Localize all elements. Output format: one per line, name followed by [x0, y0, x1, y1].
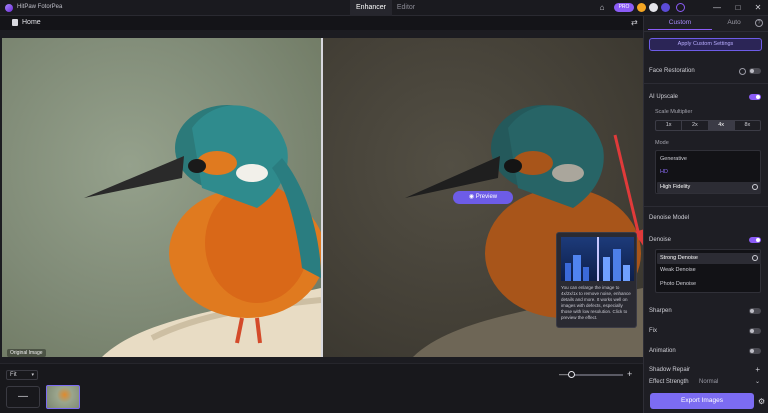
effect-strength-row: Effect Strength Normal ⌄	[649, 376, 766, 388]
pro-badge[interactable]: PRO	[614, 3, 634, 12]
selected-check-icon	[752, 184, 758, 190]
denoise-strong-label: Strong Denoise	[660, 255, 698, 261]
tooltip-text: You can enlarge the image to 4x/2x/1x to…	[561, 285, 631, 320]
animation-toggle[interactable]	[749, 348, 761, 354]
mode-option-generative[interactable]: Generative	[660, 156, 687, 162]
coin-icon[interactable]	[637, 3, 646, 12]
help-icon[interactable]: ?	[755, 19, 763, 27]
preview-label: Preview	[475, 194, 498, 200]
scale-option-1x[interactable]: 1x	[656, 121, 683, 130]
add-icon[interactable]: +	[755, 364, 760, 376]
divider	[644, 83, 768, 84]
chevron-down-icon: ▾	[31, 372, 34, 378]
ai-upscale-row: AI Upscale	[649, 91, 766, 103]
zoom-fit-dropdown[interactable]: Fit ▾	[6, 370, 38, 380]
denoise-list: Strong Denoise Weak Denoise Photo Denois…	[655, 249, 761, 293]
scale-option-4x[interactable]: 4x	[708, 121, 735, 130]
original-label: Original Image	[7, 349, 46, 357]
breadcrumb: Home ⇄	[0, 16, 643, 30]
face-restoration-toggle[interactable]	[749, 68, 761, 74]
denoise-row: Denoise	[649, 234, 766, 246]
animation-label: Animation	[649, 348, 676, 354]
face-restoration-row: Face Restoration	[649, 65, 766, 77]
notification-icon[interactable]: ⌂	[598, 4, 606, 12]
preview-canvas: Original Image	[0, 30, 645, 363]
fix-toggle[interactable]	[749, 328, 761, 334]
scale-label: Scale Multiplier	[655, 109, 693, 115]
home-icon[interactable]	[12, 19, 18, 26]
expand-icon[interactable]: ⌄	[755, 376, 760, 388]
zoom-out-button[interactable]: —	[559, 369, 568, 379]
gift-icon[interactable]	[661, 3, 670, 12]
tooltip-divider	[597, 237, 599, 281]
selected-check-icon	[752, 255, 758, 261]
export-button[interactable]: Export Images	[650, 393, 754, 409]
app-name: HitPaw FotorPea	[17, 4, 63, 10]
mode-label: Mode	[655, 140, 669, 146]
eye-icon: ◉	[468, 194, 476, 200]
zoom-in-button[interactable]: +	[627, 369, 632, 379]
animation-row: Animation	[649, 345, 766, 357]
zoom-slider-handle[interactable]	[568, 371, 575, 378]
effect-strength-value[interactable]: Normal	[699, 376, 718, 388]
tooltip-card: You can enlarge the image to 4x/2x/1x to…	[556, 232, 637, 328]
denoise-option-weak[interactable]: Weak Denoise	[660, 267, 696, 273]
compare-icon[interactable]: ⇄	[631, 18, 638, 27]
image-thumbnail[interactable]	[46, 385, 80, 409]
scale-option-8x[interactable]: 8x	[735, 121, 760, 130]
apply-custom-button[interactable]: Apply Custom Settings	[649, 38, 762, 51]
tab-auto[interactable]: Auto	[714, 16, 754, 30]
minimize-icon[interactable]: —	[712, 3, 722, 13]
tooltip-image	[561, 237, 634, 281]
divider	[644, 206, 768, 207]
fix-label: Fix	[649, 328, 657, 334]
face-settings-icon[interactable]	[739, 68, 746, 75]
tab-custom[interactable]: Custom	[648, 16, 712, 30]
original-image: Original Image	[2, 38, 321, 357]
app-logo-icon	[5, 4, 13, 12]
shadow-repair-row: Shadow Repair +	[649, 364, 766, 376]
settings-panel: Custom Auto ? Apply Custom Settings Face…	[643, 16, 768, 413]
zoom-fit-label: Fit	[10, 372, 17, 378]
mode-high-fidelity-label: High Fidelity	[660, 184, 691, 190]
user-avatar[interactable]	[649, 3, 658, 12]
sharpen-label: Sharpen	[649, 308, 672, 314]
scale-selector: 1x 2x 4x 8x	[655, 120, 761, 131]
denoise-option-strong[interactable]: Strong Denoise	[657, 253, 761, 264]
sharpen-row: Sharpen	[649, 305, 766, 317]
tab-editor[interactable]: Editor	[392, 0, 420, 16]
mode-list: Generative HD High Fidelity	[655, 150, 761, 194]
fix-row: Fix	[649, 325, 766, 337]
add-image-button[interactable]: —	[6, 386, 40, 408]
face-restoration-label: Face Restoration	[649, 68, 695, 74]
denoise-section-row: Denoise Model	[649, 212, 766, 224]
zoom-slider-track[interactable]	[571, 374, 623, 376]
preview-button[interactable]: ◉ Preview	[453, 191, 513, 204]
scale-option-2x[interactable]: 2x	[682, 121, 709, 130]
denoise-option-photo[interactable]: Photo Denoise	[660, 281, 696, 287]
bottom-toolbar: Fit ▾ — — +	[0, 363, 643, 413]
denoise-toggle[interactable]	[749, 237, 761, 243]
denoise-section-label: Denoise Model	[649, 215, 690, 221]
breadcrumb-home[interactable]: Home	[22, 19, 41, 26]
gear-icon[interactable]: ⚙	[758, 397, 765, 406]
effect-strength-label: Effect Strength	[649, 379, 689, 385]
discord-icon[interactable]	[676, 3, 685, 12]
mode-option-hd[interactable]: HD	[660, 169, 668, 175]
mode-option-high-fidelity[interactable]: High Fidelity	[657, 182, 761, 193]
divider	[644, 31, 768, 32]
shadow-repair-label: Shadow Repair	[649, 367, 691, 373]
tab-enhancer[interactable]: Enhancer	[350, 0, 392, 16]
ai-upscale-label: AI Upscale	[649, 94, 679, 100]
close-icon[interactable]: ✕	[753, 3, 763, 13]
maximize-icon[interactable]: □	[733, 3, 743, 13]
ai-upscale-toggle[interactable]	[749, 94, 761, 100]
denoise-label: Denoise	[649, 237, 672, 243]
title-bar: HitPaw FotorPea Enhancer Editor ⌂ PRO — …	[0, 0, 768, 16]
sharpen-toggle[interactable]	[749, 308, 761, 314]
